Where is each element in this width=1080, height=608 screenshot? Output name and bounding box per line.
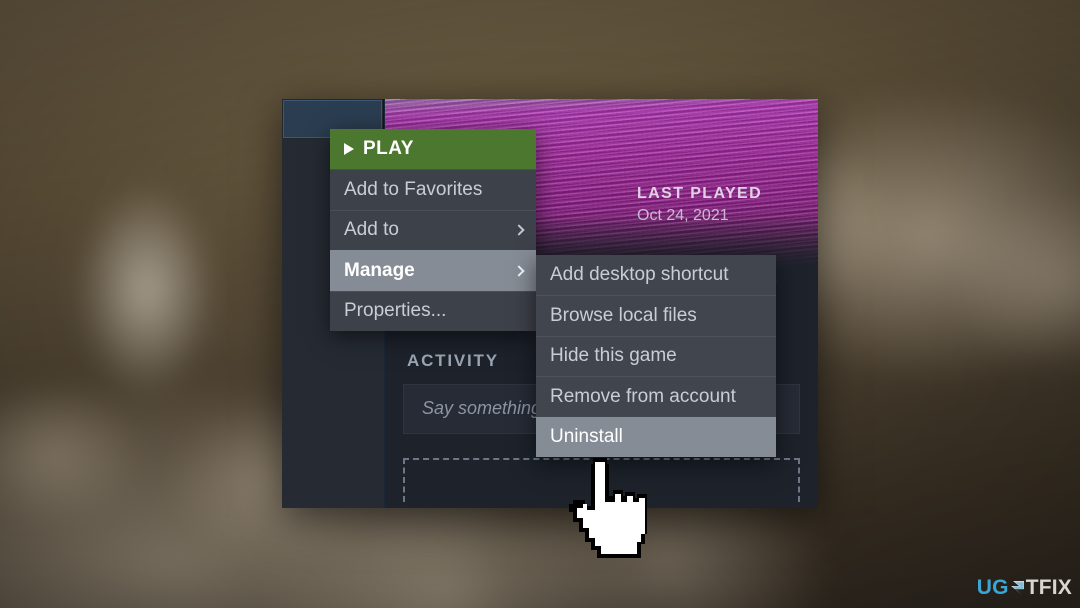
context-menu-item-properties[interactable]: Properties... — [330, 290, 536, 331]
context-menu-item-manage[interactable]: Manage — [330, 250, 536, 291]
watermark-part2: TFIX — [1025, 576, 1072, 599]
submenu-item-browse-local-files-label: Browse local files — [550, 305, 697, 327]
submenu-item-remove-from-account[interactable]: Remove from account — [536, 376, 776, 416]
context-menu-item-add-to-favorites[interactable]: Add to Favorites — [330, 169, 536, 209]
submenu-item-uninstall-label: Uninstall — [550, 426, 623, 448]
submenu-item-hide-this-game[interactable]: Hide this game — [536, 335, 776, 376]
activity-section-title: ACTIVITY — [407, 351, 499, 370]
play-triangle-icon — [344, 143, 354, 156]
submenu-item-remove-from-account-label: Remove from account — [550, 385, 736, 407]
context-menu-item-add-to[interactable]: Add to — [330, 209, 536, 250]
context-menu-item-add-to-favorites-label: Add to Favorites — [344, 179, 483, 201]
last-played-block: LAST PLAYED Oct 24, 2021 — [637, 185, 762, 225]
game-context-menu[interactable]: PLAY Add to Favorites Add to Manage Prop… — [330, 129, 536, 331]
submenu-item-browse-local-files[interactable]: Browse local files — [536, 295, 776, 335]
screenshot-stage: INSTALL LAST PLAYED Oct 24, 2021 Hub ACT… — [0, 0, 1080, 608]
context-menu-item-properties-label: Properties... — [344, 300, 447, 322]
context-menu-item-play-label: PLAY — [363, 138, 414, 160]
chevron-right-icon — [513, 224, 525, 237]
watermark-part1: UG — [976, 576, 1009, 599]
context-menu-item-add-to-label: Add to — [344, 219, 399, 241]
chevron-right-icon — [513, 265, 525, 277]
context-menu-item-manage-label: Manage — [344, 259, 415, 281]
submenu-item-add-desktop-shortcut-label: Add desktop shortcut — [550, 264, 729, 286]
context-menu-item-play[interactable]: PLAY — [330, 129, 536, 170]
last-played-label: LAST PLAYED — [637, 185, 763, 202]
submenu-item-add-desktop-shortcut[interactable]: Add desktop shortcut — [536, 255, 776, 295]
submenu-item-uninstall[interactable]: Uninstall — [536, 416, 776, 457]
ugetfix-watermark: UG TFIX — [977, 576, 1072, 600]
submenu-item-hide-this-game-label: Hide this game — [550, 345, 677, 367]
manage-submenu[interactable]: Add desktop shortcut Browse local files … — [536, 255, 776, 457]
lightning-e-icon — [1010, 580, 1025, 596]
last-played-date: Oct 24, 2021 — [637, 207, 729, 224]
activity-dashed-placeholder — [403, 458, 800, 502]
